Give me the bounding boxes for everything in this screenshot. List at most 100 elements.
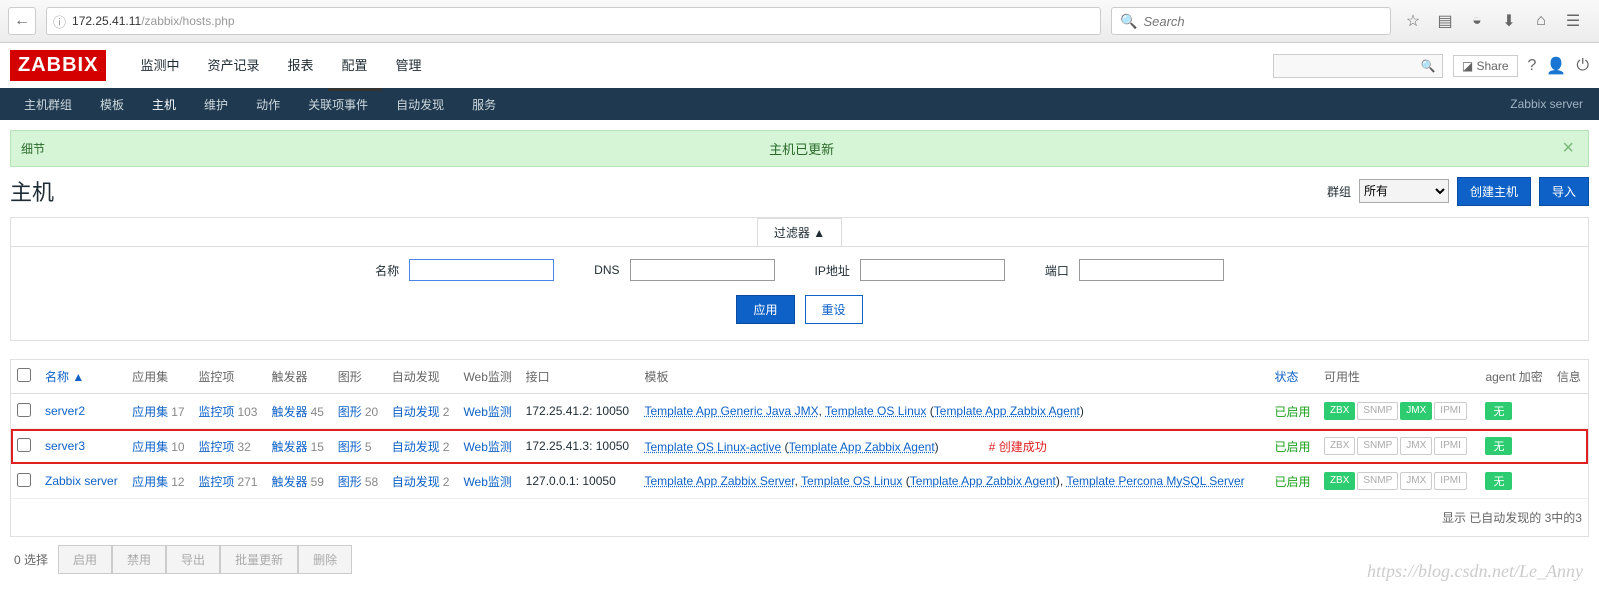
filter-port-label: 端口 [1045,262,1069,279]
main-nav-item[interactable]: 配置 [328,41,382,91]
avail-tag: ZBX [1324,402,1355,420]
bulk-action-button[interactable]: 启用 [58,545,112,574]
bulk-action-button[interactable]: 删除 [298,545,352,574]
logo[interactable]: ZABBIX [10,50,106,81]
column-header[interactable]: 自动发现 [386,360,458,394]
main-nav-item[interactable]: 监测中 [126,41,193,91]
home-icon[interactable]: ⌂ [1531,11,1551,31]
host-name-link[interactable]: server2 [45,404,85,418]
cell-triggers: 触发器59 [266,464,332,499]
column-header[interactable]: 监控项 [192,360,265,394]
sub-nav-item[interactable]: 模板 [86,90,138,120]
cell-interface: 172.25.41.2: 10050 [520,394,639,429]
row-checkbox[interactable] [17,438,31,452]
pocket-icon[interactable]: ◒ [1467,11,1487,31]
cell-apps: 应用集10 [126,429,192,464]
download-icon[interactable]: ⬇ [1499,11,1519,31]
sub-nav-item[interactable]: 维护 [190,90,242,120]
table-row: server3应用集10监控项32触发器15图形5自动发现2Web监测172.2… [11,429,1588,464]
filter-apply-button[interactable]: 应用 [736,295,794,324]
import-button[interactable]: 导入 [1539,177,1589,206]
cell-encryption: 无 [1479,394,1550,429]
user-icon[interactable]: 👤 [1546,56,1566,76]
watermark: https://blog.csdn.net/Le_Anny [1367,561,1583,582]
cell-availability: ZBXSNMPJMXIPMI [1318,394,1480,429]
column-header[interactable]: 名称 ▲ [39,360,126,394]
column-header[interactable]: 状态 [1269,360,1318,394]
filter-ip-label: IP地址 [815,262,850,279]
url-host: 172.25.41.11 [72,14,141,28]
select-all-checkbox[interactable] [17,368,31,382]
sub-nav-item[interactable]: 动作 [242,90,294,120]
column-header[interactable]: Web监测 [457,360,519,394]
browser-search[interactable]: 🔍 [1111,7,1391,35]
host-name-link[interactable]: server3 [45,439,85,453]
list-icon[interactable]: ▤ [1435,11,1455,31]
filter-toggle[interactable]: 过滤器 ▲ [757,218,842,246]
avail-tag: SNMP [1357,437,1398,455]
hosts-table-wrap: 名称 ▲应用集监控项触发器图形自动发现Web监测接口模板状态可用性agent 加… [10,359,1589,537]
sub-nav-item[interactable]: 关联项事件 [294,90,382,120]
app-search[interactable]: 🔍 [1273,54,1443,78]
cell-graphs: 图形58 [332,464,386,499]
main-nav-item[interactable]: 报表 [273,41,327,91]
page-title: 主机 [10,175,54,207]
avail-tag: ZBX [1324,472,1355,490]
star-icon[interactable]: ☆ [1403,11,1423,31]
column-header[interactable]: 接口 [520,360,639,394]
cell-status: 已启用 [1269,394,1318,429]
main-nav-item[interactable]: 管理 [382,41,436,91]
cell-status: 已启用 [1269,429,1318,464]
column-header[interactable]: 信息 [1551,360,1588,394]
sub-nav-item[interactable]: 主机群组 [10,90,86,120]
cell-name: Zabbix server [39,464,126,499]
bulk-action-button[interactable]: 禁用 [112,545,166,574]
host-name-link[interactable]: Zabbix server [45,474,118,488]
column-header[interactable]: 可用性 [1318,360,1480,394]
alert-message: 主机已更新 [45,139,1558,158]
url-bar[interactable]: ⓘ 172.25.41.11/zabbix/hosts.php [46,7,1101,35]
sub-nav-item[interactable]: 服务 [458,90,510,120]
cell-info [1551,464,1588,499]
column-header[interactable]: agent 加密 [1479,360,1550,394]
cell-templates: Template App Generic Java JMX, Template … [638,394,1268,429]
avail-tag: JMX [1400,402,1432,420]
sub-nav-item[interactable]: 主机 [138,90,190,122]
filter-port-input[interactable] [1079,259,1224,281]
group-select[interactable]: 所有 [1359,179,1449,203]
filter-dns-label: DNS [594,263,619,277]
filter-ip-input[interactable] [860,259,1005,281]
encryption-tag: 无 [1485,402,1512,420]
back-button[interactable]: ← [8,7,36,35]
avail-tag: JMX [1400,437,1432,455]
column-header[interactable]: 图形 [332,360,386,394]
share-button[interactable]: ◪ Share [1453,55,1518,77]
info-icon[interactable]: ⓘ [53,12,66,31]
menu-icon[interactable]: ☰ [1563,11,1583,31]
encryption-tag: 无 [1485,437,1512,455]
filter-reset-button[interactable]: 重设 [805,295,863,324]
alert-details-toggle[interactable]: 细节 [21,140,45,157]
row-checkbox[interactable] [17,403,31,417]
filter-name-input[interactable] [409,259,554,281]
avail-tag: JMX [1400,472,1432,490]
browser-search-input[interactable] [1143,14,1382,29]
filter-dns-input[interactable] [630,259,775,281]
row-checkbox[interactable] [17,473,31,487]
help-icon[interactable]: ? [1528,57,1537,75]
main-nav-item[interactable]: 资产记录 [193,41,273,91]
column-header[interactable]: 模板 [638,360,1268,394]
column-header[interactable]: 应用集 [126,360,192,394]
avail-tag: SNMP [1357,402,1398,420]
close-icon[interactable]: × [1558,137,1578,160]
bulk-action-button[interactable]: 批量更新 [220,545,298,574]
cell-items: 监控项103 [192,394,265,429]
cell-items: 监控项32 [192,429,265,464]
column-header[interactable]: 触发器 [266,360,332,394]
sub-nav-item[interactable]: 自动发现 [382,90,458,120]
bulk-action-button[interactable]: 导出 [166,545,220,574]
create-host-button[interactable]: 创建主机 [1457,177,1531,206]
power-icon[interactable]: ⏻ [1576,57,1589,75]
main-nav: 监测中资产记录报表配置管理 [126,41,435,91]
sub-nav: 主机群组模板主机维护动作关联项事件自动发现服务 Zabbix server [0,88,1599,120]
